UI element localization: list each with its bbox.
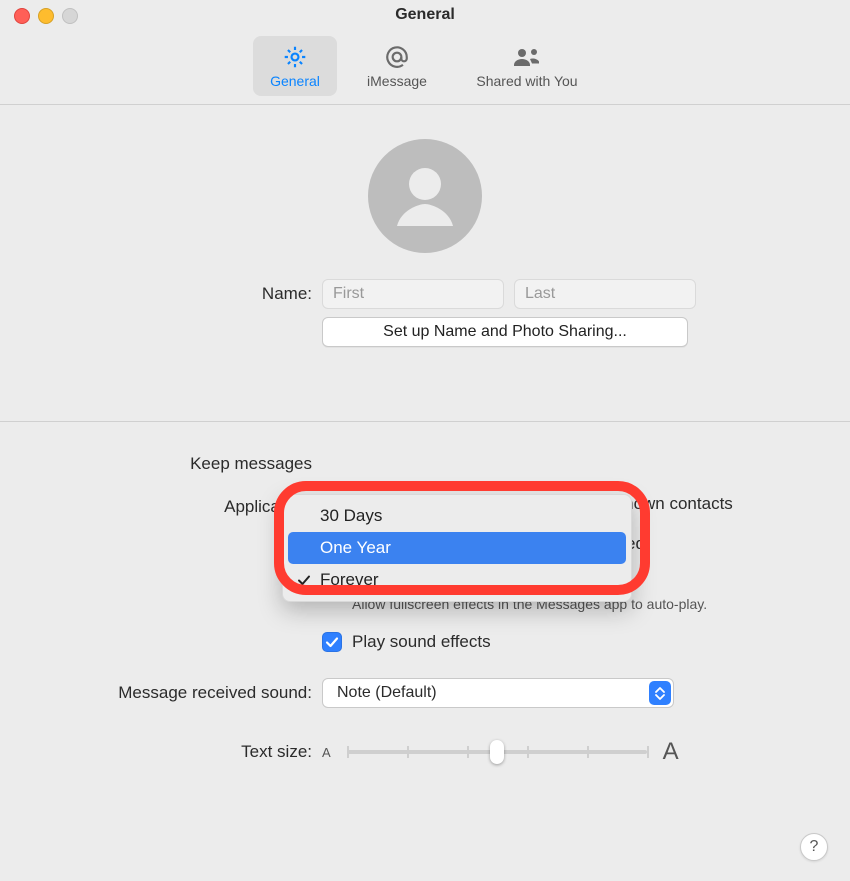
text-size-small-icon: A <box>322 745 331 760</box>
person-icon <box>385 156 465 236</box>
received-sound-row: Message received sound: Note (Default) <box>30 678 820 708</box>
zoom-window <box>62 8 78 24</box>
tab-label: iMessage <box>367 73 427 89</box>
keep-messages-menu: 30 Days One Year Forever <box>282 494 632 602</box>
general-pane: Name: First Last Set up Name and Photo S… <box>0 105 850 766</box>
first-name-field[interactable]: First <box>322 279 504 309</box>
name-row: Name: First Last <box>30 279 820 309</box>
window-title: General <box>395 6 455 24</box>
received-sound-select[interactable]: Note (Default) <box>322 678 674 708</box>
text-size-label: Text size: <box>30 742 322 762</box>
tab-shared-with-you[interactable]: Shared with You <box>457 36 597 96</box>
setup-row: Set up Name and Photo Sharing... <box>30 317 820 347</box>
titlebar: General <box>0 0 850 30</box>
keep-messages-option-forever[interactable]: Forever <box>288 564 626 596</box>
option-label: One Year <box>320 538 391 558</box>
keep-messages-popup-placeholder[interactable] <box>322 450 654 478</box>
keep-messages-option-30-days[interactable]: 30 Days <box>288 500 626 532</box>
play-sound-effects-checkbox[interactable]: Play sound effects <box>322 632 733 652</box>
option-label: 30 Days <box>320 506 382 526</box>
last-name-field[interactable]: Last <box>514 279 696 309</box>
application-label: Application: <box>30 494 322 517</box>
tab-label: Shared with You <box>476 73 577 89</box>
text-size-large-icon: A <box>663 738 679 766</box>
keep-messages-option-one-year[interactable]: One Year <box>288 532 626 564</box>
setup-name-photo-sharing-button[interactable]: Set up Name and Photo Sharing... <box>322 317 688 347</box>
minimize-window[interactable] <box>38 8 54 24</box>
text-size-row: Text size: A A <box>30 738 820 766</box>
preferences-toolbar: General iMessage Shared with You <box>0 30 850 104</box>
checkmark-icon <box>296 573 312 587</box>
received-sound-label: Message received sound: <box>30 683 322 703</box>
text-size-slider[interactable] <box>347 738 647 766</box>
name-label: Name: <box>30 284 322 304</box>
profile-avatar[interactable] <box>368 139 482 253</box>
option-label: Forever <box>320 570 379 590</box>
tab-imessage[interactable]: iMessage <box>355 36 439 96</box>
checkbox-icon <box>322 632 342 652</box>
help-button[interactable]: ? <box>800 833 828 861</box>
people-icon <box>512 43 542 71</box>
keep-messages-row: Keep messages <box>30 450 820 478</box>
window-controls <box>14 8 78 24</box>
close-window[interactable] <box>14 8 30 24</box>
at-icon <box>384 43 410 71</box>
slider-knob[interactable] <box>490 740 504 764</box>
tab-general[interactable]: General <box>253 36 337 96</box>
checkbox-label: Play sound effects <box>352 632 491 652</box>
select-value: Note (Default) <box>337 684 437 702</box>
tab-label: General <box>270 73 320 89</box>
updown-icon <box>649 681 671 705</box>
gear-icon <box>282 43 308 71</box>
keep-messages-label: Keep messages <box>30 454 322 474</box>
